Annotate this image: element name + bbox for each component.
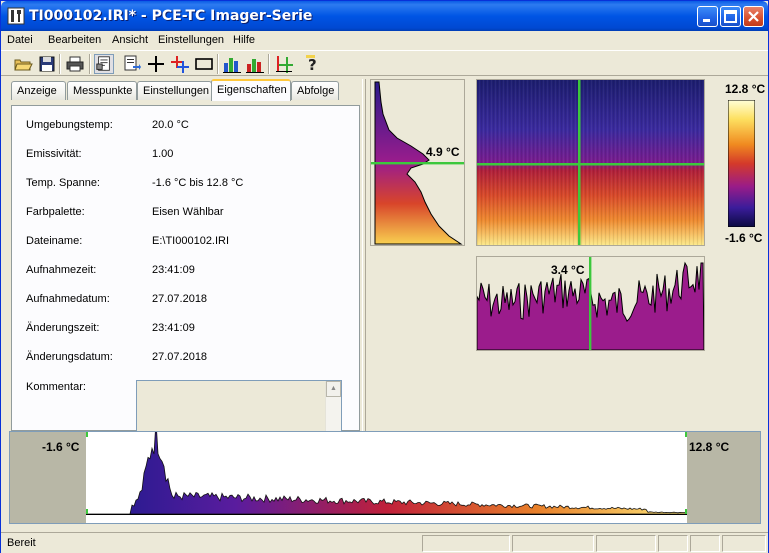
prop-label-modified-date: Änderungsdatum: [26,351,113,363]
status-cell [658,535,688,552]
menu-hilfe[interactable]: Hilfe [233,34,255,46]
menu-datei[interactable]: Datei [7,34,33,46]
scale-min-label: -1.6 °C [725,231,763,245]
horizontal-profile-panel: 3.4 °C [476,256,705,351]
left-pane: Anzeige Messpunkte Einstellungen Eigensc… [7,79,362,432]
properties-icon [96,56,110,71]
toolbar-separator [217,54,219,74]
prop-label-modified-time: Änderungszeit: [26,322,100,334]
bar-chart-icon[interactable] [222,54,242,74]
horizontal-profile-chart [476,257,705,351]
crosshair-chart-icon[interactable] [274,54,294,74]
toolbar-separator [89,54,91,74]
app-icon [7,7,25,25]
vertical-profile-panel: 4.9 °C [370,79,465,246]
prop-label-capture-date: Aufnahmedatum: [26,293,110,305]
comment-scrollbar[interactable]: ▲ [325,381,341,431]
print-icon[interactable] [65,54,85,74]
svg-text:?: ? [308,56,317,74]
close-icon [748,11,759,22]
prop-value-palette: Eisen Wählbar [152,206,224,218]
prop-value-capture-date: 27.07.2018 [152,293,208,305]
tab-eigenschaften[interactable]: Eigenschaften [211,79,291,101]
color-scale-panel: 12.8 °C -1.6 °C [716,79,766,246]
prop-label-temp-range: Temp. Spanne: [26,177,100,189]
prop-label-emissivity: Emissivität: [26,148,82,160]
maximize-button[interactable] [720,6,741,27]
histogram-right-handle[interactable] [685,432,687,437]
status-bar: Bereit [1,532,768,553]
thermal-image[interactable] [477,80,704,245]
histogram-left-handle[interactable] [86,432,88,437]
toolbar-separator [268,54,270,74]
tab-einstellungen[interactable]: Einstellungen [137,81,212,100]
prop-value-modified-date: 27.07.2018 [152,351,208,363]
properties-panel: Umgebungstemp: 20.0 °C Emissivität: 1.00… [11,105,360,432]
status-cell [596,535,656,552]
comment-field[interactable]: ▲ [136,380,342,432]
prop-value-ambient-temp: 20.0 °C [152,119,189,131]
status-text: Bereit [7,537,36,549]
prop-value-modified-time: 23:41:09 [152,322,195,334]
scroll-up-button[interactable]: ▲ [326,381,341,397]
app-window: TI000102.IRI* - PCE-TC Imager-Serie Date… [0,0,769,553]
open-folder-icon[interactable] [13,54,33,74]
title-bar[interactable]: TI000102.IRI* - PCE-TC Imager-Serie [1,1,768,31]
help-icon[interactable]: ? [302,54,322,74]
close-button[interactable] [743,6,764,27]
status-cell [722,535,766,552]
menu-bar: Datei Bearbeiten Ansicht Einstellungen H… [1,31,768,49]
menu-bearbeiten[interactable]: Bearbeiten [48,34,101,46]
prop-value-emissivity: 1.00 [152,148,174,160]
thermal-image-panel[interactable] [476,79,705,246]
multi-point-icon[interactable] [170,54,190,74]
histogram-chart [86,432,687,523]
histogram-max-label: 12.8 °C [689,440,730,454]
prop-value-temp-range: -1.6 °C bis 12.8 °C [152,177,244,189]
prop-label-palette: Farbpalette: [26,206,85,218]
tab-anzeige[interactable]: Anzeige [11,81,66,100]
rectangle-icon[interactable] [194,54,214,74]
prop-value-capture-time: 23:41:09 [152,264,195,276]
menu-einstellungen[interactable]: Einstellungen [158,34,224,46]
histogram-min-label: -1.6 °C [42,440,80,454]
scale-max-label: 12.8 °C [725,82,766,96]
tab-messpunkte[interactable]: Messpunkte [67,81,137,100]
window-title: TI000102.IRI* - PCE-TC Imager-Serie [29,8,313,24]
status-cell [422,535,510,552]
tab-abfolge[interactable]: Abfolge [291,81,339,100]
minimize-button[interactable] [697,6,718,27]
toolbar-separator [59,54,61,74]
crosshair-horizontal[interactable] [477,163,704,166]
vertical-profile-chart [371,81,464,245]
horizontal-profile-crosshair [589,257,592,350]
status-cell [512,535,594,552]
histogram-panel: -1.6 °C 12.8 °C [9,431,761,524]
prop-label-capture-time: Aufnahmezeit: [26,264,97,276]
toolbar: ? [1,50,768,76]
prop-label-ambient-temp: Umgebungstemp: [26,119,113,131]
minimize-icon [703,19,710,22]
prop-label-filename: Dateiname: [26,235,83,247]
menu-ansicht[interactable]: Ansicht [112,34,148,46]
color-scale-bar [728,100,755,227]
horizontal-profile-temp: 3.4 °C [551,263,585,277]
save-icon[interactable] [37,54,57,74]
prop-label-comment: Kommentar: [26,381,86,393]
maximize-icon [724,10,737,23]
crosshair-vertical[interactable] [578,80,581,245]
properties-button[interactable] [94,54,114,74]
vertical-profile-temp: 4.9 °C [426,145,460,159]
prop-value-filename: E:\TI000102.IRI [152,235,230,247]
status-cell [690,535,720,552]
right-pane: 4.9 °C 12.8 °C -1.6 °C 3.4 °C [366,79,768,431]
bar-chart-alt-icon[interactable] [245,54,265,74]
export-icon[interactable] [122,54,142,74]
crosshair-icon[interactable] [146,54,166,74]
vertical-profile-crosshair [371,162,464,165]
